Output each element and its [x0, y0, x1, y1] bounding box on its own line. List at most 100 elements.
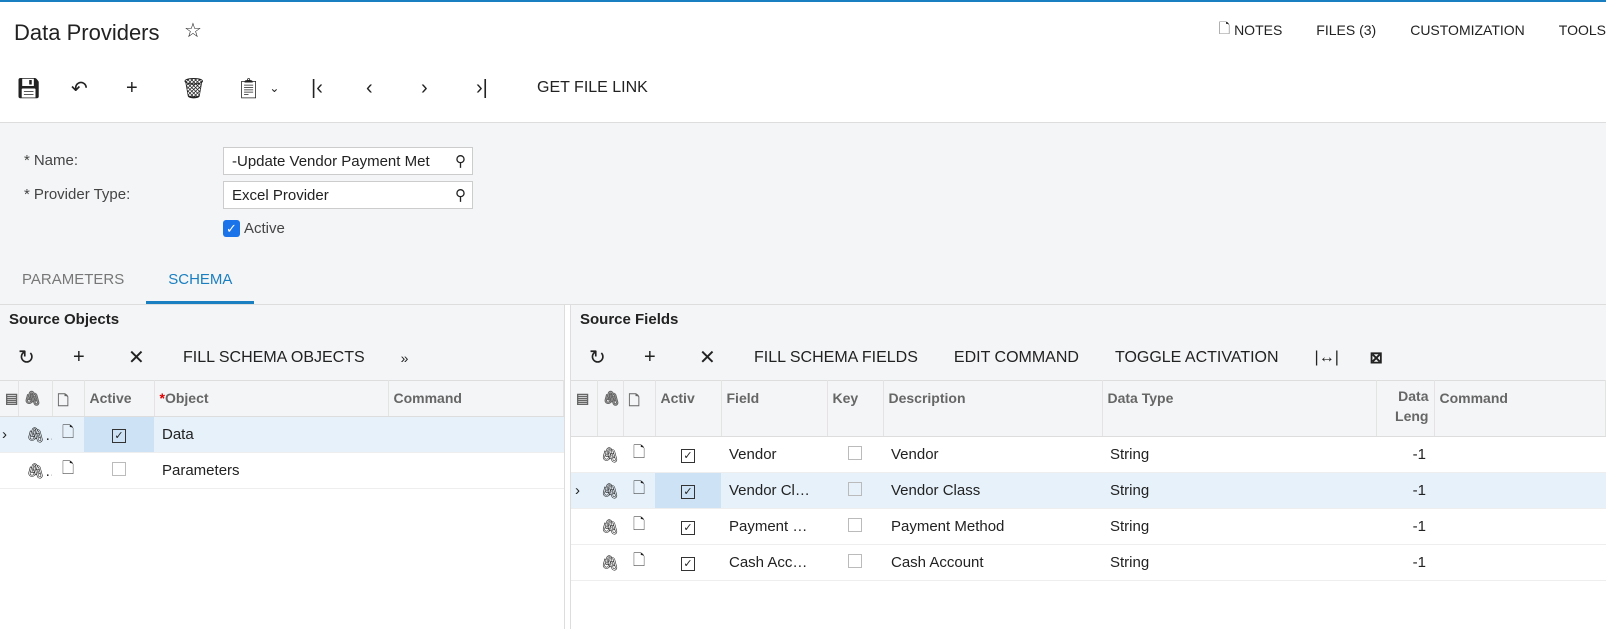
customization-button[interactable]: CUSTOMIZATION [1410, 18, 1525, 42]
data-type-cell[interactable]: String [1102, 508, 1376, 545]
last-record-icon[interactable]: ›| [476, 77, 531, 100]
checkbox[interactable] [848, 553, 862, 568]
data-type-cell[interactable]: String [1102, 472, 1376, 509]
data-length-cell[interactable]: -1 [1376, 508, 1434, 545]
checkbox[interactable] [848, 517, 862, 532]
data-length-cell[interactable]: -1 [1376, 436, 1434, 473]
checkbox[interactable]: ✓ [112, 429, 126, 443]
checkbox[interactable]: ✓ [681, 449, 695, 463]
col-command[interactable]: Command [388, 380, 564, 417]
favorite-star-icon[interactable]: ☆ [184, 18, 202, 43]
more-icon[interactable]: » [401, 350, 456, 366]
fill-schema-objects-button[interactable]: FILL SCHEMA OBJECTS [183, 349, 365, 367]
active-checkbox[interactable]: ✓ Active [223, 220, 285, 237]
files-button[interactable]: FILES (3) [1316, 18, 1376, 42]
description-cell[interactable]: Vendor Class [883, 472, 1102, 509]
col-active[interactable]: Active [84, 380, 155, 417]
col-description[interactable]: Description [883, 380, 1103, 437]
command-cell[interactable] [1434, 508, 1606, 545]
active-cell[interactable]: ✓ [655, 472, 721, 509]
command-cell[interactable] [388, 416, 564, 453]
data-length-cell[interactable]: -1 [1376, 472, 1434, 509]
key-cell[interactable] [827, 508, 883, 545]
table-row[interactable]: › 🖇︎ 🗋 ✓ Data [0, 416, 564, 453]
get-file-link-button[interactable]: GET FILE LINK [537, 79, 648, 97]
active-cell[interactable]: ✓ [655, 436, 721, 473]
note-icon[interactable]: 🗋 [623, 472, 655, 509]
save-icon[interactable]: 💾︎ [16, 76, 71, 101]
delete-row-icon[interactable]: ✕ [128, 345, 183, 370]
attachment-icon[interactable]: 🖇︎ [18, 452, 52, 489]
table-row[interactable]: 🖇︎ 🗋 ✓ Payment … Payment Method String -1 [571, 508, 1606, 545]
clipboard-dropdown-icon[interactable]: 📋︎ ⌄ [236, 76, 311, 101]
data-length-cell[interactable]: -1 [1376, 544, 1434, 581]
checkbox[interactable]: ✓ [681, 485, 695, 499]
tab-schema[interactable]: SCHEMA [146, 263, 255, 304]
attachment-icon[interactable]: 🖇︎ [597, 508, 623, 545]
col-data-type[interactable]: Data Type [1102, 380, 1377, 437]
name-field[interactable]: -Update Vendor Payment Met ⚲ [223, 147, 473, 175]
field-cell[interactable]: Vendor [721, 436, 827, 473]
checkbox[interactable]: ✓ [681, 557, 695, 571]
refresh-icon[interactable]: ↻ [589, 345, 644, 370]
table-row[interactable]: 🖇︎ 🗋 ✓ Vendor Vendor String -1 [571, 436, 1606, 473]
col-field[interactable]: Field [721, 380, 828, 437]
add-icon[interactable]: + [126, 77, 181, 100]
description-cell[interactable]: Cash Account [883, 544, 1102, 581]
active-cell[interactable]: ✓ [84, 416, 154, 453]
col-data-length[interactable]: Data Leng [1376, 380, 1435, 437]
key-cell[interactable] [827, 544, 883, 581]
search-icon[interactable]: ⚲ [455, 152, 466, 170]
delete-icon[interactable]: 🗑︎ [181, 76, 236, 101]
delete-row-icon[interactable]: ✕ [699, 345, 754, 370]
active-cell[interactable]: ✓ [655, 544, 721, 581]
checkbox[interactable]: ✓ [681, 521, 695, 535]
field-cell[interactable]: Vendor Cl… [721, 472, 827, 509]
col-command[interactable]: Command [1434, 380, 1606, 437]
table-row[interactable]: › 🖇︎ 🗋 ✓ Vendor Cl… Vendor Class String -1 [571, 472, 1606, 509]
fill-schema-fields-button[interactable]: FILL SCHEMA FIELDS [754, 349, 918, 367]
next-record-icon[interactable]: › [421, 77, 476, 100]
note-icon[interactable]: 🗋 [52, 452, 84, 489]
col-object[interactable]: *Object [154, 380, 389, 417]
object-cell[interactable]: Parameters [154, 452, 388, 489]
description-cell[interactable]: Payment Method [883, 508, 1102, 545]
attachment-icon[interactable]: 🖇︎ [597, 472, 623, 509]
provider-type-field[interactable]: Excel Provider ⚲ [223, 181, 473, 209]
data-type-cell[interactable]: String [1102, 544, 1376, 581]
key-cell[interactable] [827, 436, 883, 473]
col-active[interactable]: Activ [655, 380, 722, 437]
object-cell[interactable]: Data [154, 416, 388, 453]
command-cell[interactable] [1434, 544, 1606, 581]
note-icon[interactable]: 🗋 [52, 416, 84, 453]
command-cell[interactable] [388, 452, 564, 489]
note-icon[interactable]: 🗋 [623, 436, 655, 473]
active-cell[interactable] [84, 452, 154, 489]
note-icon[interactable]: 🗋 [623, 544, 655, 581]
note-icon[interactable]: 🗋 [623, 508, 655, 545]
attachment-icon[interactable]: 🖇︎ [18, 416, 52, 453]
refresh-icon[interactable]: ↻ [18, 345, 73, 370]
command-cell[interactable] [1434, 472, 1606, 509]
export-excel-icon[interactable]: ⊠ [1370, 348, 1425, 368]
undo-icon[interactable]: ↶ [71, 76, 126, 101]
checkbox[interactable] [112, 461, 126, 476]
field-cell[interactable]: Payment … [721, 508, 827, 545]
table-row[interactable]: 🖇︎ 🗋 ✓ Cash Acc… Cash Account String -1 [571, 544, 1606, 581]
previous-record-icon[interactable]: ‹ [366, 77, 421, 100]
table-row[interactable]: 🖇︎ 🗋 Parameters [0, 452, 564, 489]
fit-columns-icon[interactable]: |↔| [1315, 349, 1370, 367]
col-key[interactable]: Key [827, 380, 884, 437]
edit-command-button[interactable]: EDIT COMMAND [954, 349, 1079, 367]
command-cell[interactable] [1434, 436, 1606, 473]
attachment-icon[interactable]: 🖇︎ [597, 436, 623, 473]
toggle-activation-button[interactable]: TOGGLE ACTIVATION [1115, 349, 1279, 367]
checkbox[interactable] [848, 445, 862, 460]
field-cell[interactable]: Cash Acc… [721, 544, 827, 581]
data-type-cell[interactable]: String [1102, 436, 1376, 473]
add-row-icon[interactable]: + [73, 346, 128, 369]
add-row-icon[interactable]: + [644, 346, 699, 369]
tab-parameters[interactable]: PARAMETERS [0, 263, 146, 304]
active-cell[interactable]: ✓ [655, 508, 721, 545]
tools-button[interactable]: TOOLS [1559, 18, 1606, 42]
